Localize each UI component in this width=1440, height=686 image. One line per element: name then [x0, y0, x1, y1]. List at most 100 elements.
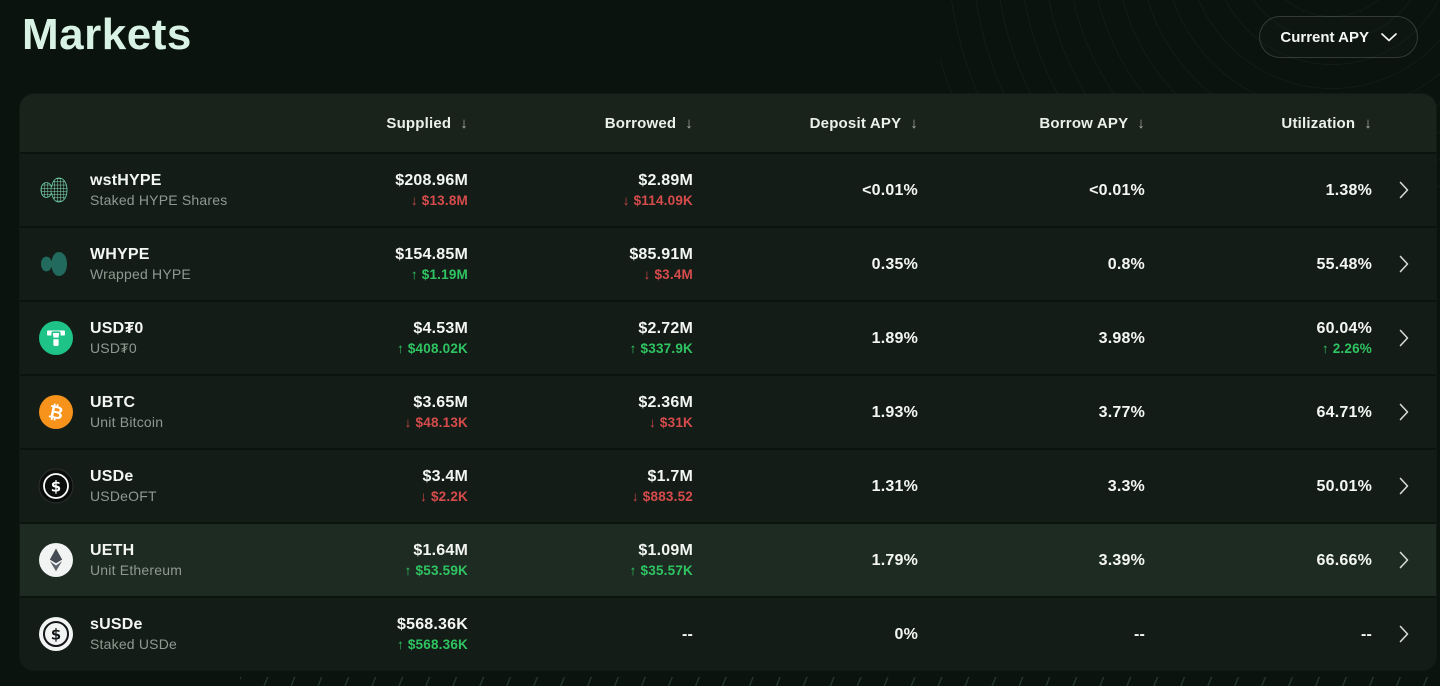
borrowed-value: $1.7M	[648, 466, 693, 487]
borrow-apy-value: <0.01%	[1089, 180, 1145, 201]
row-detail-link[interactable]	[1372, 625, 1436, 643]
utilization-value: 55.48%	[1317, 254, 1372, 275]
asset-cell: ₿ UBTC Unit Bitcoin	[20, 392, 300, 432]
supplied-change: ↓ $2.2K	[420, 487, 468, 506]
supplied-value: $4.53M	[413, 318, 468, 339]
column-header-borrowed[interactable]: Borrowed↓	[468, 115, 693, 132]
borrow-apy-value: --	[1134, 624, 1145, 645]
utilization-cell: 66.66%	[1145, 550, 1372, 571]
row-detail-link[interactable]	[1372, 477, 1436, 495]
asset-cell: USD₮0 USD₮0	[20, 318, 300, 358]
deposit-apy-value: 0.35%	[872, 254, 918, 275]
row-detail-link[interactable]	[1372, 551, 1436, 569]
asset-name: wstHYPE	[90, 170, 227, 191]
borrowed-cell: $2.36M ↓ $31K	[468, 392, 693, 432]
supplied-cell: $3.4M ↓ $2.2K	[300, 466, 468, 506]
page-header: Markets Current APY	[0, 0, 1440, 94]
deposit-apy-value: 1.79%	[872, 550, 918, 571]
asset-cell: $ sUSDe Staked USDe	[20, 614, 300, 654]
borrow-apy-cell: 3.77%	[918, 402, 1145, 423]
chevron-right-icon	[1399, 181, 1409, 199]
arrow-down-icon: ↓	[910, 115, 918, 132]
chevron-right-icon	[1399, 477, 1409, 495]
asset-description: Staked USDe	[90, 635, 177, 654]
market-row[interactable]: UETH Unit Ethereum $1.64M ↑ $53.59K $1.0…	[20, 522, 1436, 596]
borrow-apy-cell: 3.3%	[918, 476, 1145, 497]
asset-description: Unit Bitcoin	[90, 413, 163, 432]
usde-icon: $	[38, 468, 74, 504]
borrow-apy-value: 3.39%	[1099, 550, 1145, 571]
market-row[interactable]: wstHYPE Staked HYPE Shares $208.96M ↓ $1…	[20, 152, 1436, 226]
borrow-apy-cell: 3.39%	[918, 550, 1145, 571]
asset-description: Staked HYPE Shares	[90, 191, 227, 210]
column-header-borrow-apy[interactable]: Borrow APY↓	[918, 115, 1145, 132]
deposit-apy-cell: 1.93%	[693, 402, 918, 423]
asset-cell: wstHYPE Staked HYPE Shares	[20, 170, 300, 210]
borrowed-cell: --	[468, 624, 693, 645]
deposit-apy-cell: 1.31%	[693, 476, 918, 497]
chevron-down-icon	[1381, 29, 1397, 46]
deposit-apy-value: 1.89%	[872, 328, 918, 349]
chevron-right-icon	[1399, 403, 1409, 421]
market-row[interactable]: USD₮0 USD₮0 $4.53M ↑ $408.02K $2.72M ↑ $…	[20, 300, 1436, 374]
arrow-down-icon: ↓	[1137, 115, 1145, 132]
row-detail-link[interactable]	[1372, 329, 1436, 347]
supplied-cell: $568.36K ↑ $568.36K	[300, 614, 468, 654]
row-detail-link[interactable]	[1372, 403, 1436, 421]
asset-name: USD₮0	[90, 318, 143, 339]
asset-description: Wrapped HYPE	[90, 265, 191, 284]
supplied-cell: $4.53M ↑ $408.02K	[300, 318, 468, 358]
row-detail-link[interactable]	[1372, 181, 1436, 199]
utilization-cell: 64.71%	[1145, 402, 1372, 423]
sort-selector-button[interactable]: Current APY	[1259, 16, 1418, 58]
column-header-supplied[interactable]: Supplied↓	[300, 115, 468, 132]
asset-name: UETH	[90, 540, 182, 561]
borrow-apy-value: 3.98%	[1099, 328, 1145, 349]
asset-description: USD₮0	[90, 339, 143, 358]
utilization-cell: 50.01%	[1145, 476, 1372, 497]
utilization-cell: --	[1145, 624, 1372, 645]
borrowed-value: $1.09M	[638, 540, 693, 561]
supplied-cell: $3.65M ↓ $48.13K	[300, 392, 468, 432]
chevron-right-icon	[1399, 255, 1409, 273]
utilization-value: 60.04%	[1317, 318, 1372, 339]
asset-description: USDeOFT	[90, 487, 157, 506]
borrowed-change: ↓ $883.52	[632, 487, 693, 506]
asset-description: Unit Ethereum	[90, 561, 182, 580]
asset-name: UBTC	[90, 392, 163, 413]
chevron-right-icon	[1399, 551, 1409, 569]
page-title: Markets	[22, 10, 192, 60]
borrowed-cell: $1.09M ↑ $35.57K	[468, 540, 693, 580]
market-row[interactable]: $ sUSDe Staked USDe $568.36K ↑ $568.36K …	[20, 596, 1436, 670]
market-row[interactable]: ₿ UBTC Unit Bitcoin $3.65M ↓ $48.13K $2.…	[20, 374, 1436, 448]
borrowed-value: --	[682, 624, 693, 645]
borrow-apy-value: 3.3%	[1108, 476, 1145, 497]
whype-icon	[38, 246, 74, 282]
borrowed-cell: $1.7M ↓ $883.52	[468, 466, 693, 506]
utilization-value: 1.38%	[1326, 180, 1372, 201]
deposit-apy-cell: 0%	[693, 624, 918, 645]
svg-text:$: $	[51, 478, 61, 496]
borrow-apy-cell: --	[918, 624, 1145, 645]
supplied-change: ↑ $568.36K	[397, 635, 468, 654]
utilization-value: 64.71%	[1317, 402, 1372, 423]
susde-icon: $	[38, 616, 74, 652]
row-detail-link[interactable]	[1372, 255, 1436, 273]
borrowed-change: ↑ $337.9K	[630, 339, 693, 358]
background-hatch-pattern	[240, 677, 1440, 686]
chevron-right-icon	[1399, 329, 1409, 347]
column-header-utilization[interactable]: Utilization↓	[1145, 115, 1372, 132]
utilization-cell: 60.04% ↑ 2.26%	[1145, 318, 1372, 358]
deposit-apy-cell: 0.35%	[693, 254, 918, 275]
supplied-change: ↓ $13.8M	[411, 191, 468, 210]
market-row[interactable]: $ USDe USDeOFT $3.4M ↓ $2.2K $1.7M ↓ $88…	[20, 448, 1436, 522]
table-header-row: Supplied↓ Borrowed↓ Deposit APY↓ Borrow …	[20, 94, 1436, 152]
column-header-deposit-apy[interactable]: Deposit APY↓	[693, 115, 918, 132]
borrowed-cell: $85.91M ↓ $3.4M	[468, 244, 693, 284]
market-row[interactable]: WHYPE Wrapped HYPE $154.85M ↑ $1.19M $85…	[20, 226, 1436, 300]
borrow-apy-cell: 3.98%	[918, 328, 1145, 349]
supplied-change: ↑ $408.02K	[397, 339, 468, 358]
deposit-apy-value: <0.01%	[862, 180, 918, 201]
borrow-apy-cell: <0.01%	[918, 180, 1145, 201]
chevron-right-icon	[1399, 625, 1409, 643]
